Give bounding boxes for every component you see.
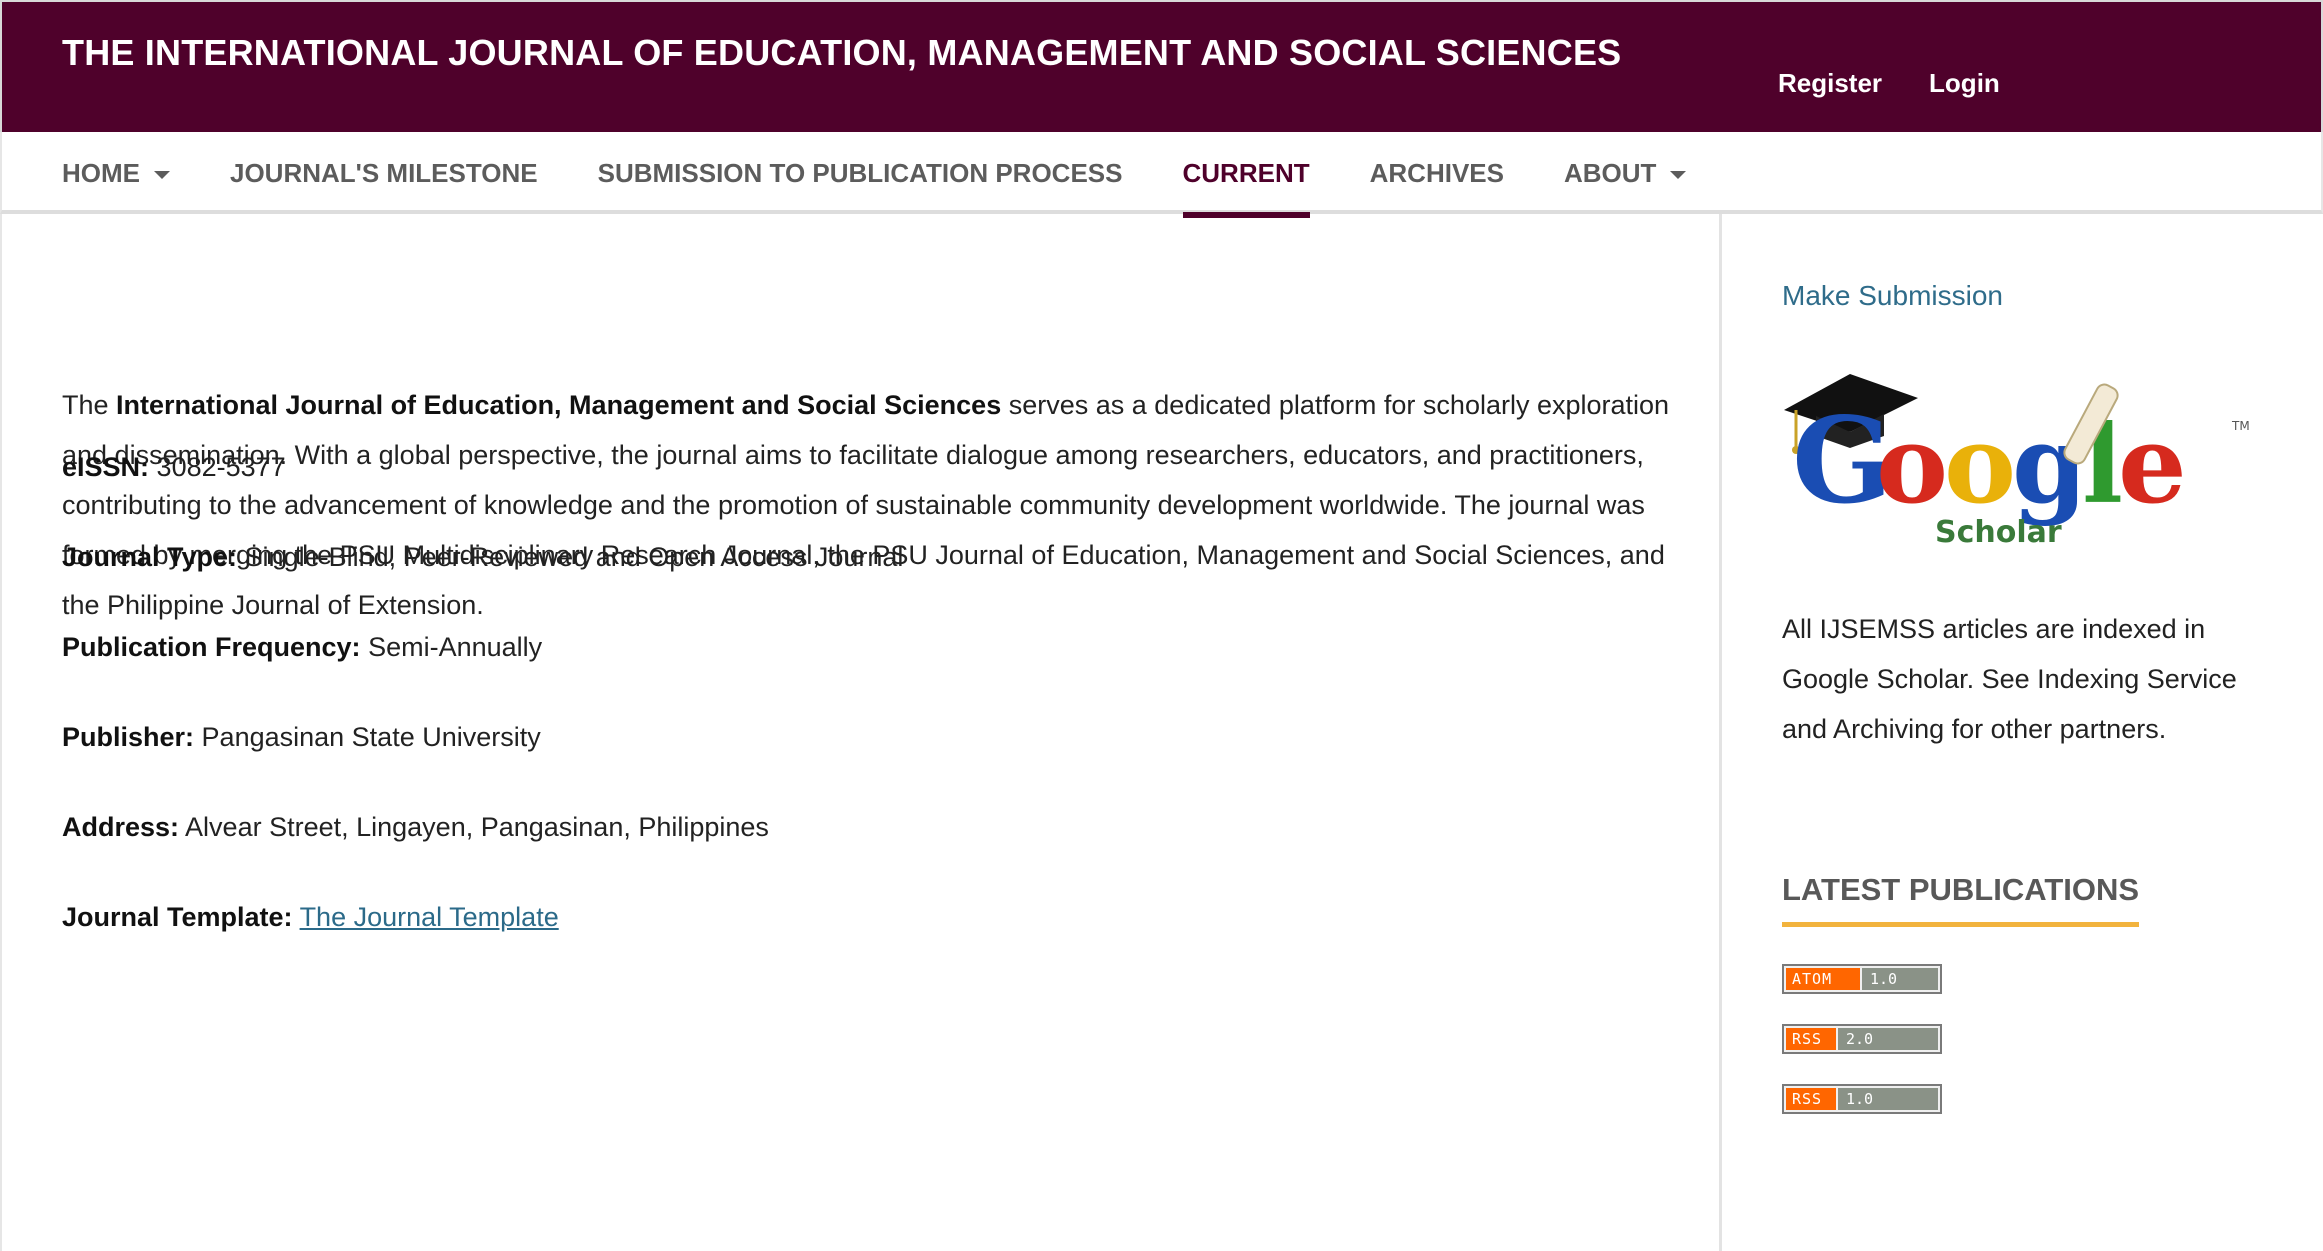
address-field: Address: Alvear Street, Lingayen, Pangas… — [62, 812, 769, 843]
journal-type-field: Journal Type: Single-Blind, Peer-Reviewe… — [62, 542, 903, 573]
rss1-feed-badge[interactable]: RSS 1.0 — [1782, 1084, 1942, 1114]
intro-prefix: The — [62, 390, 117, 420]
publisher-value: Pangasinan State University — [201, 722, 541, 752]
nav-item-about[interactable]: ABOUT — [1563, 132, 1687, 214]
atom-feed-badge[interactable]: ATOM 1.0 — [1782, 964, 1942, 994]
nav-item-label: HOME — [62, 157, 140, 188]
site-header: THE INTERNATIONAL JOURNAL OF EDUCATION, … — [0, 0, 2323, 132]
login-link[interactable]: Login — [1929, 68, 2000, 99]
feed-version: 1.0 — [1862, 968, 1938, 990]
eissn-value: 3082-5377 — [156, 452, 286, 482]
rss2-feed-badge[interactable]: RSS 2.0 — [1782, 1024, 1942, 1054]
address-value: Alvear Street, Lingayen, Pangasinan, Phi… — [185, 812, 769, 842]
svg-text:o: o — [1944, 402, 2016, 528]
feed-version: 1.0 — [1838, 1088, 1938, 1110]
journal-name: International Journal of Education, Mana… — [116, 390, 1002, 420]
eissn-label: eISSN: — [62, 452, 150, 482]
svg-text:e: e — [2118, 402, 2187, 528]
journal-type-label: Journal Type: — [62, 542, 238, 572]
register-link[interactable]: Register — [1778, 68, 1882, 99]
journal-description: The International Journal of Education, … — [62, 380, 1672, 630]
nav-item-label: SUBMISSION TO PUBLICATION PROCESS — [597, 157, 1123, 188]
nav-item-label: CURRENT — [1182, 157, 1310, 188]
feed-key: ATOM — [1786, 968, 1860, 990]
page: THE INTERNATIONAL JOURNAL OF EDUCATION, … — [0, 0, 2323, 1251]
intro-body: serves as a dedicated platform for schol… — [62, 390, 1670, 620]
publication-frequency-label: Publication Frequency: — [62, 632, 361, 662]
nav-item-home[interactable]: HOME — [62, 132, 170, 214]
journal-template-link[interactable]: The Journal Template — [300, 902, 559, 932]
latest-publications-title: LATEST PUBLICATIONS — [1782, 872, 2140, 927]
svg-text:g: g — [2012, 402, 2088, 528]
nav-item-current[interactable]: CURRENT — [1182, 132, 1310, 218]
feed-key: RSS — [1786, 1028, 1836, 1050]
nav-item-archives[interactable]: ARCHIVES — [1370, 132, 1504, 214]
site-title[interactable]: THE INTERNATIONAL JOURNAL OF EDUCATION, … — [62, 32, 1621, 74]
google-scholar-logo[interactable]: G o o g l e TM Scholar — [1780, 352, 2250, 552]
caret-down-icon — [154, 171, 170, 179]
nav-item-label: ARCHIVES — [1369, 157, 1504, 188]
primary-nav: HOME JOURNAL'S MILESTONE SUBMISSION TO P… — [0, 132, 2323, 218]
make-submission-link[interactable]: Make Submission — [1782, 280, 2003, 312]
eissn-field: eISSN: 3082-5377 — [62, 452, 286, 483]
address-label: Address: — [62, 812, 180, 842]
user-nav: Register Login — [1778, 68, 2000, 99]
publisher-field: Publisher: Pangasinan State University — [62, 722, 541, 753]
journal-type-value: Single-Blind, Peer-Reviewed and Open Acc… — [244, 542, 904, 572]
indexing-note: All IJSEMSS articles are indexed in Goog… — [1782, 614, 2237, 744]
nav-item-label: JOURNAL'S MILESTONE — [230, 157, 538, 188]
publication-frequency-value: Semi-Annually — [368, 632, 543, 662]
sidebar: Make Submission G o o g l e TM Scholar A… — [1725, 214, 2323, 1251]
main-content: The International Journal of Education, … — [0, 214, 1722, 1251]
publisher-label: Publisher: — [62, 722, 195, 752]
journal-template-field: Journal Template: The Journal Template — [62, 902, 559, 933]
feed-key: RSS — [1786, 1088, 1836, 1110]
journal-template-label: Journal Template: — [62, 902, 293, 932]
svg-text:o: o — [1876, 402, 1948, 528]
publication-frequency-field: Publication Frequency: Semi-Annually — [62, 632, 542, 663]
nav-item-submission-process[interactable]: SUBMISSION TO PUBLICATION PROCESS — [598, 132, 1123, 214]
caret-down-icon — [1670, 171, 1687, 179]
trademark-mark: TM — [2231, 419, 2250, 433]
nav-item-journals-milestone[interactable]: JOURNAL'S MILESTONE — [230, 132, 538, 214]
nav-list: HOME JOURNAL'S MILESTONE SUBMISSION TO P… — [62, 132, 1746, 218]
feed-version: 2.0 — [1838, 1028, 1938, 1050]
scholar-wordmark: Scholar — [1935, 515, 2062, 550]
nav-item-label: ABOUT — [1563, 157, 1657, 188]
